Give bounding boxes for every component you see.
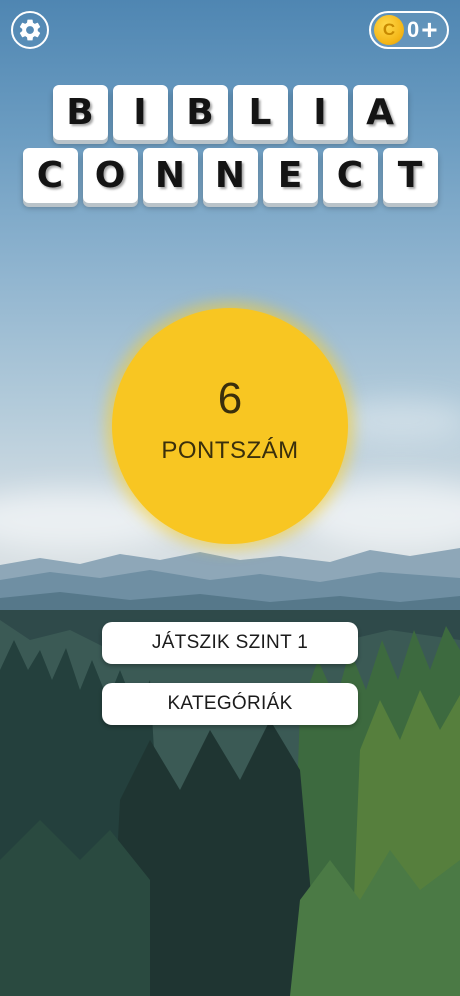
title-letter-tile: A <box>352 85 408 140</box>
title-letter-tile: N <box>202 148 258 203</box>
title-letter-tile: B <box>52 85 108 140</box>
score-circle: 6 PONTSZÁM <box>112 308 348 544</box>
title-letter-tile: I <box>292 85 348 140</box>
title-line-biblia: B I B L I A <box>0 85 460 140</box>
title-letter-tile: N <box>142 148 198 203</box>
score-label: PONTSZÁM <box>161 437 299 464</box>
play-level-button[interactable]: JÁTSZIK SZINT 1 <box>102 622 358 664</box>
gear-icon <box>19 19 41 41</box>
title-letter-tile: I <box>112 85 168 140</box>
score-value: 6 <box>217 374 243 423</box>
title-letter-tile: C <box>22 148 78 203</box>
coin-count: 0 <box>407 17 420 42</box>
title-letter-tile: E <box>262 148 318 203</box>
title-letter-tile: C <box>322 148 378 203</box>
settings-button[interactable] <box>11 11 49 49</box>
coin-balance-button[interactable]: C 0 + <box>369 11 449 49</box>
coin-icon: C <box>374 15 404 45</box>
cloud <box>330 400 460 440</box>
title-line-connect: C O N N E C T <box>0 148 460 203</box>
title-letter-tile: O <box>82 148 138 203</box>
title-letter-tile: B <box>172 85 228 140</box>
add-coins-icon: + <box>421 14 438 45</box>
categories-button[interactable]: KATEGÓRIÁK <box>102 683 358 725</box>
title-letter-tile: T <box>382 148 438 203</box>
title-letter-tile: L <box>232 85 288 140</box>
